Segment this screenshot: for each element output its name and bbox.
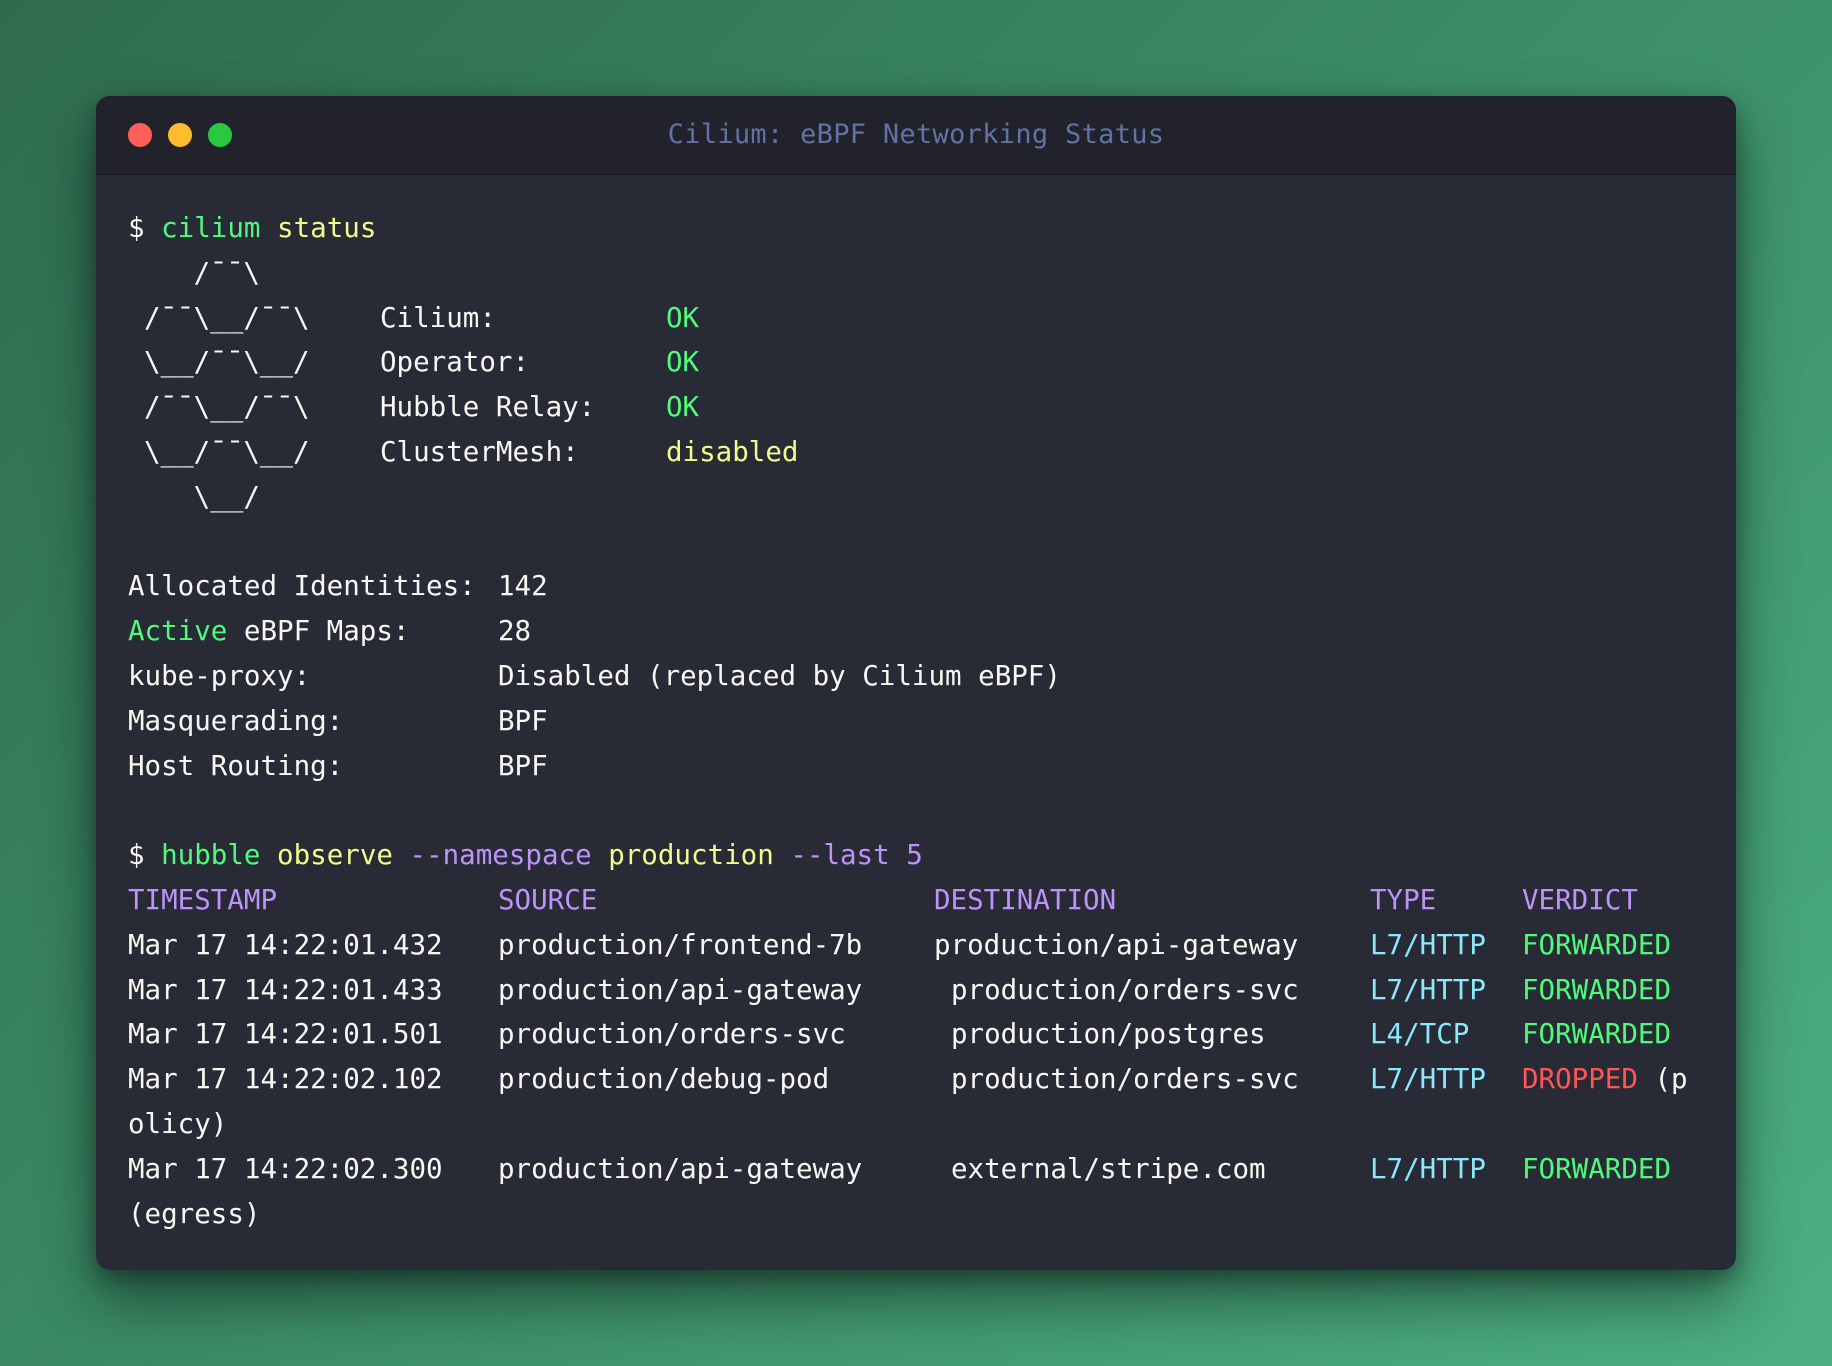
column-header-verdict: VERDICT	[1522, 883, 1638, 916]
cell-type: L4/TCP	[1370, 1018, 1470, 1051]
logo-line: \__/	[144, 480, 260, 513]
cell-source: production/frontend-7b	[498, 928, 863, 961]
cell-timestamp: Mar 17 14:22:02.102	[128, 1063, 443, 1096]
table-row: Mar 17 14:22:02.102 production/debug-pod…	[128, 1057, 1704, 1102]
status-row: /¯¯\__/¯¯\ Hubble Relay: OK	[128, 385, 1704, 430]
command-program: hubble	[161, 839, 261, 872]
command-flag: --namespace	[409, 839, 592, 872]
cell-source: production/api-gateway	[498, 973, 863, 1006]
cell-type: L7/HTTP	[1370, 928, 1486, 961]
prompt-symbol: $	[128, 839, 145, 872]
cell-source: production/orders-svc	[498, 1018, 846, 1051]
cell-source: production/api-gateway	[498, 1152, 863, 1185]
cell-timestamp: Mar 17 14:22:02.300	[128, 1152, 443, 1185]
info-row: Allocated Identities: 142	[128, 564, 1704, 609]
info-label: Host Routing:	[128, 749, 344, 782]
cell-verdict: DROPPED	[1522, 1063, 1638, 1096]
table-row: Mar 17 14:22:01.432 production/frontend-…	[128, 923, 1704, 968]
prompt-symbol: $	[128, 212, 145, 244]
status-row: \__/¯¯\__/ ClusterMesh: disabled	[128, 430, 1704, 475]
status-value: OK	[666, 391, 700, 424]
info-label-rest: eBPF Maps:	[227, 615, 410, 648]
table-row: Mar 17 14:22:02.300 production/api-gatew…	[128, 1147, 1704, 1192]
status-row: /¯¯\__/¯¯\ Cilium: OK	[128, 296, 1704, 341]
command-line-cilium: $ cilium status	[128, 206, 1704, 251]
logo-line: \__/¯¯\__/	[144, 346, 310, 379]
logo-row: /¯¯\	[128, 251, 1704, 296]
info-row: Masquerading: BPF	[128, 699, 1704, 744]
status-label: ClusterMesh:	[380, 435, 579, 468]
logo-line: /¯¯\__/¯¯\	[144, 391, 310, 424]
command-program: cilium	[161, 212, 261, 244]
table-row-wrap: (egress)	[128, 1192, 1704, 1237]
title-bar: Cilium: eBPF Networking Status	[96, 96, 1736, 175]
status-label: Hubble Relay:	[380, 391, 596, 424]
info-value: BPF	[498, 749, 548, 782]
cell-timestamp: Mar 17 14:22:01.501	[128, 1018, 443, 1051]
cell-verdict: FORWARDED	[1522, 928, 1672, 961]
window-title: Cilium: eBPF Networking Status	[667, 119, 1165, 150]
terminal-window: Cilium: eBPF Networking Status $ cilium …	[96, 96, 1736, 1270]
cell-verdict: FORWARDED	[1522, 973, 1672, 1006]
info-value: 28	[498, 615, 532, 648]
cell-verdict-group: DROPPED (p	[1522, 1057, 1688, 1102]
cell-verdict-reason: (p	[1654, 1063, 1688, 1096]
cell-type: L7/HTTP	[1370, 1152, 1486, 1185]
command-args: status	[277, 212, 377, 244]
status-value: OK	[666, 346, 700, 379]
table-row: Mar 17 14:22:01.501 production/orders-sv…	[128, 1012, 1704, 1057]
status-row: \__/¯¯\__/ Operator: OK	[128, 340, 1704, 385]
info-value: Disabled (replaced by Cilium eBPF)	[498, 659, 1061, 692]
command-flag-value: 5	[906, 839, 923, 872]
command-flag: --last	[790, 839, 890, 872]
info-label-highlight: Active	[128, 615, 228, 648]
cell-timestamp: Mar 17 14:22:01.433	[128, 973, 443, 1006]
cell-destination: production/orders-svc	[951, 973, 1299, 1006]
cell-verdict: FORWARDED	[1522, 1152, 1672, 1185]
status-value: disabled	[666, 435, 799, 468]
cell-type: L7/HTTP	[1370, 973, 1486, 1006]
table-row-wrap: olicy)	[128, 1102, 1704, 1147]
cell-verdict: FORWARDED	[1522, 1018, 1672, 1051]
info-label: kube-proxy:	[128, 659, 311, 692]
cell-destination: production/api-gateway	[934, 928, 1299, 961]
status-label: Cilium:	[380, 301, 496, 334]
logo-row: \__/	[128, 475, 1704, 520]
logo-line: /¯¯\	[144, 256, 260, 289]
info-value: 142	[498, 570, 548, 603]
command-flag-value: production	[608, 839, 774, 872]
info-label: Active eBPF Maps:	[128, 609, 409, 654]
logo-line: \__/¯¯\__/	[144, 435, 310, 468]
cell-source: production/debug-pod	[498, 1063, 830, 1096]
column-header-source: SOURCE	[498, 883, 598, 916]
terminal-output[interactable]: $ cilium status /¯¯\ /¯¯\__/¯¯\ Cilium: …	[128, 206, 1704, 1236]
info-value: BPF	[498, 704, 548, 737]
cell-destination: external/stripe.com	[951, 1152, 1266, 1185]
column-header-type: TYPE	[1370, 883, 1437, 916]
info-row: Active eBPF Maps: 28	[128, 609, 1704, 654]
status-label: Operator:	[380, 346, 530, 379]
cell-timestamp: Mar 17 14:22:01.432	[128, 928, 443, 961]
column-header-timestamp: TIMESTAMP	[128, 883, 278, 916]
info-label: Masquerading:	[128, 704, 344, 737]
status-value: OK	[666, 301, 700, 334]
command-subcommand: observe	[277, 839, 393, 872]
info-row: kube-proxy: Disabled (replaced by Cilium…	[128, 654, 1704, 699]
table-row: Mar 17 14:22:01.433 production/api-gatew…	[128, 968, 1704, 1013]
logo-line: /¯¯\__/¯¯\	[144, 301, 310, 334]
cell-type: L7/HTTP	[1370, 1063, 1486, 1096]
cell-destination: production/postgres	[951, 1018, 1266, 1051]
info-label: Allocated Identities:	[128, 570, 476, 603]
wrapped-text: olicy)	[128, 1107, 228, 1140]
table-header: TIMESTAMP SOURCE DESTINATION TYPE VERDIC…	[128, 878, 1704, 923]
column-header-destination: DESTINATION	[934, 883, 1117, 916]
cell-destination: production/orders-svc	[951, 1063, 1299, 1096]
command-line-hubble: $ hubble observe --namespace production …	[128, 833, 1704, 878]
wrapped-text: (egress)	[128, 1197, 261, 1230]
info-row: Host Routing: BPF	[128, 744, 1704, 789]
